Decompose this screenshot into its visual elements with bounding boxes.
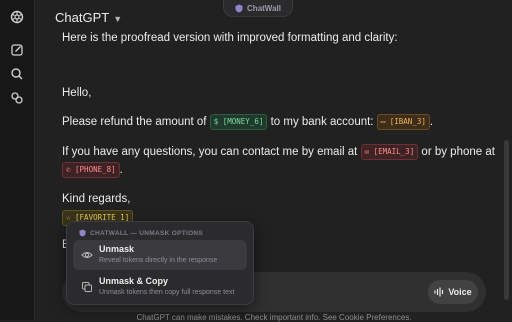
message-greeting: Hello, (62, 87, 92, 99)
model-selector[interactable]: ChatGPT ▼ (55, 10, 122, 25)
eye-icon (81, 252, 93, 258)
iban-token[interactable]: ▭ [IBAN_3] (376, 114, 430, 130)
voice-button[interactable]: Voice (428, 280, 478, 304)
unmask-copy-option[interactable]: Unmask & Copy Unmask tokens then copy fu… (73, 272, 247, 302)
unmask-option[interactable]: Unmask Reveal tokens directly in the res… (73, 240, 247, 270)
voice-label: Voice (448, 287, 472, 297)
copy-icon (82, 282, 92, 292)
chatwall-shield-icon (79, 229, 86, 237)
money-token[interactable]: $ [MONEY_6] (209, 114, 268, 130)
unmask-option-desc: Reveal tokens directly in the response (99, 257, 218, 264)
chatwall-shield-icon (235, 4, 243, 12)
chatwall-pill[interactable]: ChatWall (223, 0, 293, 17)
refund-line: Please refund the amount of $ [MONEY_6] … (62, 114, 434, 130)
phone-token[interactable]: ✆ [PHONE_8] (62, 162, 120, 178)
disclaimer: ChatGPT can make mistakes. Check importa… (136, 313, 412, 322)
search-icon[interactable] (9, 66, 25, 82)
chatwall-label: ChatWall (247, 3, 281, 13)
popup-header: CHATWALL — UNMASK OPTIONS (79, 229, 203, 237)
page-title: ChatGPT (55, 10, 110, 25)
contact-line: If you have any questions, you can conta… (62, 144, 495, 160)
unmask-option-title: Unmask (99, 244, 135, 254)
chevron-down-icon: ▼ (113, 14, 123, 24)
phone-line: ✆ [PHONE_8]. (62, 162, 123, 178)
unmask-options-popup: CHATWALL — UNMASK OPTIONS Unmask Reveal … (66, 221, 254, 305)
message-closing: Kind regards, (62, 193, 131, 205)
scrollbar[interactable] (504, 140, 509, 300)
left-rail (0, 0, 35, 320)
new-chat-icon[interactable] (9, 42, 25, 58)
library-icon[interactable] (9, 90, 25, 106)
voice-wave-icon (434, 287, 444, 297)
email-token[interactable]: ✉ [EMAIL_3] (360, 144, 419, 160)
unmask-copy-option-title: Unmask & Copy (99, 276, 169, 286)
openai-logo-icon[interactable] (9, 9, 25, 25)
unmask-copy-option-desc: Unmask tokens then copy full response te… (99, 289, 235, 296)
message-intro: Here is the proofread version with impro… (62, 32, 398, 44)
